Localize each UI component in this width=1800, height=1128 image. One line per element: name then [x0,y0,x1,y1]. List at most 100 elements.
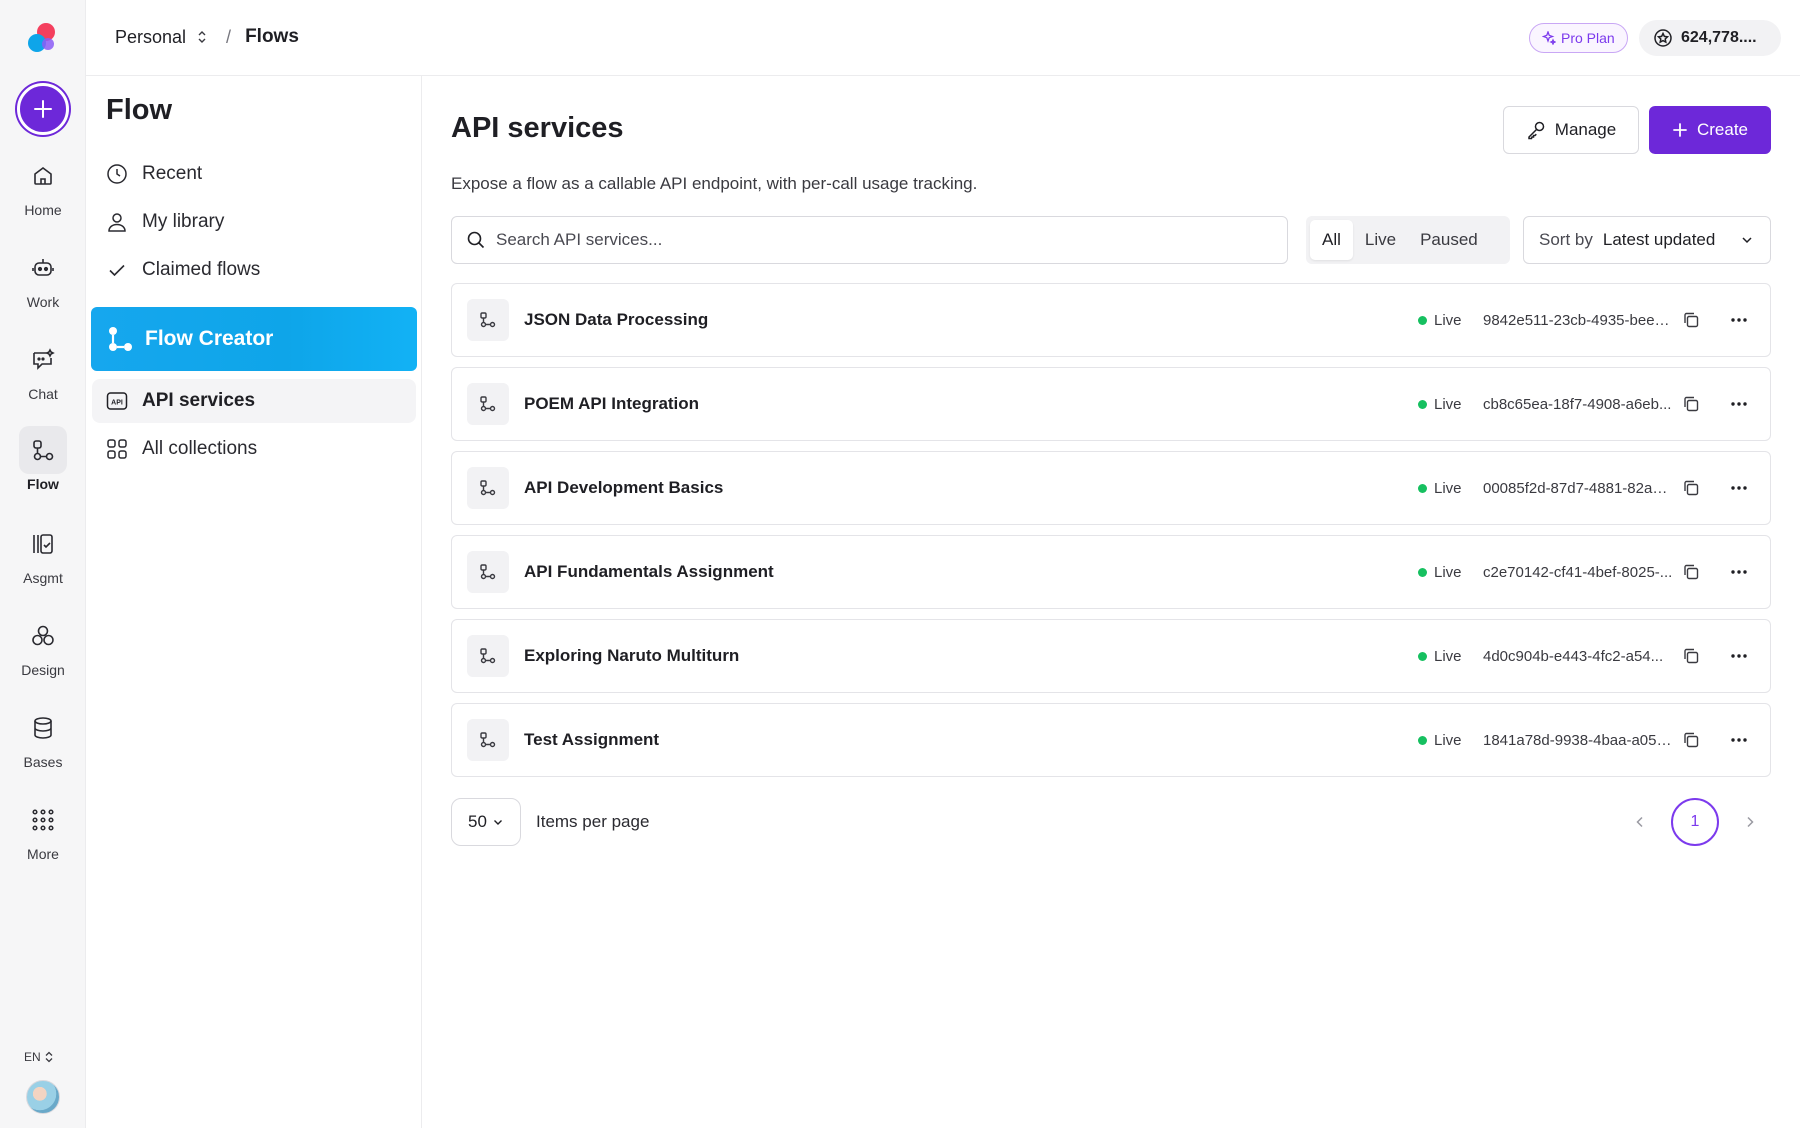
user-avatar[interactable] [26,1080,60,1114]
subnav-item-all-collections[interactable]: All collections [92,427,416,471]
status-badge: Live [1418,312,1462,329]
app-rail: Home Work Chat Flow Asgmt Design Bases M… [0,0,86,1128]
plus-icon [1672,122,1688,138]
plan-label: Pro Plan [1561,30,1615,46]
status-badge: Live [1418,648,1462,665]
subnav-item-claimed-flows[interactable]: Claimed flows [92,248,416,292]
flow-icon [467,635,509,677]
workspace-label: Personal [115,27,186,48]
service-id: c2e70142-cf41-4bef-8025-... [1483,564,1673,581]
design-icon [30,623,56,649]
api-service-row[interactable]: Exploring Naruto Multiturn Live 4d0c904b… [451,619,1771,693]
copy-icon[interactable] [1682,479,1700,497]
manage-button[interactable]: Manage [1503,106,1639,154]
more-options-icon[interactable] [1729,730,1749,750]
rail-item-design[interactable]: Design [0,612,86,692]
rail-label: More [27,846,59,862]
status-label: Live [1434,312,1462,329]
chevron-updown-icon [196,30,208,44]
key-icon [1526,120,1546,140]
more-options-icon[interactable] [1729,646,1749,666]
copy-icon[interactable] [1682,395,1700,413]
page-title: API services [451,112,624,145]
subnav-item-my-library[interactable]: My library [92,200,416,244]
more-options-icon[interactable] [1729,394,1749,414]
flow-icon [467,719,509,761]
subnav-item-api-services[interactable]: API API services [92,379,416,423]
copy-icon[interactable] [1682,311,1700,329]
subnav-item-recent[interactable]: Recent [92,152,416,196]
rail-item-asgmt[interactable]: Asgmt [0,520,86,600]
user-icon [106,211,128,233]
live-dot [1418,400,1427,409]
more-options-icon[interactable] [1729,562,1749,582]
next-page-button[interactable] [1730,802,1770,842]
database-icon [31,715,55,741]
language-label: EN [24,1050,41,1064]
status-label: Live [1434,480,1462,497]
service-name: Exploring Naruto Multiturn [524,646,739,666]
api-service-row[interactable]: Test Assignment Live 1841a78d-9938-4baa-… [451,703,1771,777]
subnav-item-label: Claimed flows [142,259,260,281]
subnav-item-label: All collections [142,438,257,460]
grid-dots-icon [31,808,55,832]
flow-creator-icon [105,324,135,354]
rail-item-work[interactable]: Work [0,244,86,324]
subnav-item-flow-creator[interactable]: Flow Creator [91,307,417,371]
clock-icon [106,163,128,185]
plan-badge[interactable]: Pro Plan [1529,23,1628,53]
subnav-item-label: Recent [142,163,202,185]
sort-dropdown[interactable]: Sort by Latest updated [1523,216,1771,264]
api-service-row[interactable]: API Development Basics Live 00085f2d-87d… [451,451,1771,525]
api-service-row[interactable]: API Fundamentals Assignment Live c2e7014… [451,535,1771,609]
items-per-page-select[interactable]: 50 [451,798,521,846]
chevron-down-icon [492,816,504,828]
workspace-switcher[interactable]: Personal [115,27,208,48]
new-item-button[interactable] [17,83,69,135]
filter-live[interactable]: Live [1353,220,1408,260]
page-number-current[interactable]: 1 [1671,798,1719,846]
flow-subnav: Flow Recent My library Claimed flows Flo… [86,76,422,1128]
per-page-value: 50 [468,812,487,832]
more-options-icon[interactable] [1729,310,1749,330]
copy-icon[interactable] [1682,731,1700,749]
api-service-row[interactable]: POEM API Integration Live cb8c65ea-18f7-… [451,367,1771,441]
filter-paused[interactable]: Paused [1408,220,1490,260]
rail-item-chat[interactable]: Chat [0,336,86,416]
copy-icon[interactable] [1682,563,1700,581]
status-label: Live [1434,564,1462,581]
flow-icon [467,299,509,341]
chevron-right-icon [1743,815,1757,829]
service-name: Test Assignment [524,730,659,750]
copy-icon[interactable] [1682,647,1700,665]
prev-page-button[interactable] [1620,802,1660,842]
status-label: Live [1434,396,1462,413]
status-badge: Live [1418,732,1462,749]
filter-all[interactable]: All [1310,220,1353,260]
status-badge: Live [1418,396,1462,413]
api-service-row[interactable]: JSON Data Processing Live 9842e511-23cb-… [451,283,1771,357]
rail-item-home[interactable]: Home [0,152,86,232]
check-icon [106,259,128,281]
service-id: 9842e511-23cb-4935-bee2-... [1483,312,1673,329]
service-name: JSON Data Processing [524,310,708,330]
service-id: 00085f2d-87d7-4881-82a6... [1483,480,1673,497]
rail-item-flow[interactable]: Flow [0,426,86,506]
rail-item-more[interactable]: More [0,796,86,876]
more-options-icon[interactable] [1729,478,1749,498]
language-switcher[interactable]: EN [24,1050,54,1064]
home-icon [31,164,55,188]
flow-creator-label: Flow Creator [145,327,273,351]
create-button[interactable]: Create [1649,106,1771,154]
service-id: 1841a78d-9938-4baa-a05f-... [1483,732,1673,749]
status-filter: All Live Paused [1306,216,1510,264]
app-logo[interactable] [25,20,61,56]
live-dot [1418,652,1427,661]
search-input[interactable] [496,230,1256,250]
create-label: Create [1697,120,1748,140]
manage-label: Manage [1555,120,1616,140]
credits-balance[interactable]: 624,778.... [1639,20,1781,56]
subnav-item-label: API services [142,390,255,412]
rail-item-bases[interactable]: Bases [0,704,86,784]
coin-icon [1653,28,1673,48]
